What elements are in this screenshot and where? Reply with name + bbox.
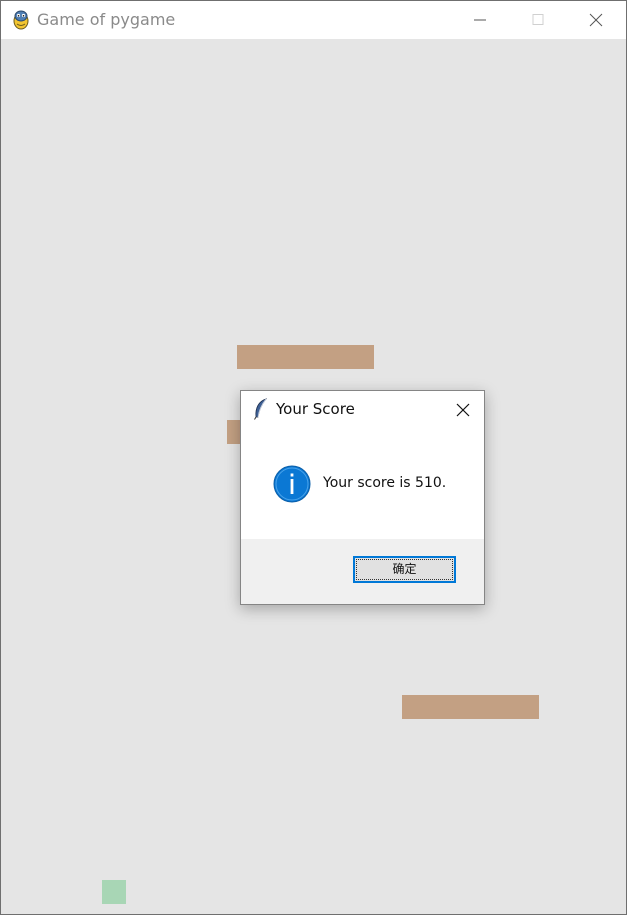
- focus-ring: [356, 559, 453, 580]
- minimize-button[interactable]: [457, 1, 503, 39]
- window-titlebar[interactable]: Game of pygame: [1, 1, 626, 39]
- score-message: Your score is 510.: [323, 475, 447, 491]
- info-icon: [273, 465, 311, 503]
- score-dialog: Your Score Your score is 510. 确定: [240, 390, 485, 605]
- platform: [402, 695, 539, 719]
- feather-icon: [253, 398, 269, 420]
- pygame-snake-icon: [11, 9, 31, 31]
- maximize-button[interactable]: [515, 1, 561, 39]
- window-title: Game of pygame: [37, 10, 176, 29]
- dialog-close-button[interactable]: [447, 397, 479, 423]
- dialog-titlebar[interactable]: Your Score: [241, 391, 484, 427]
- ok-button[interactable]: 确定: [353, 556, 456, 583]
- platform: [237, 345, 374, 369]
- window-close-button[interactable]: [573, 1, 619, 39]
- dialog-footer: 确定: [241, 539, 484, 604]
- dialog-title: Your Score: [276, 400, 355, 418]
- player-block: [102, 880, 126, 904]
